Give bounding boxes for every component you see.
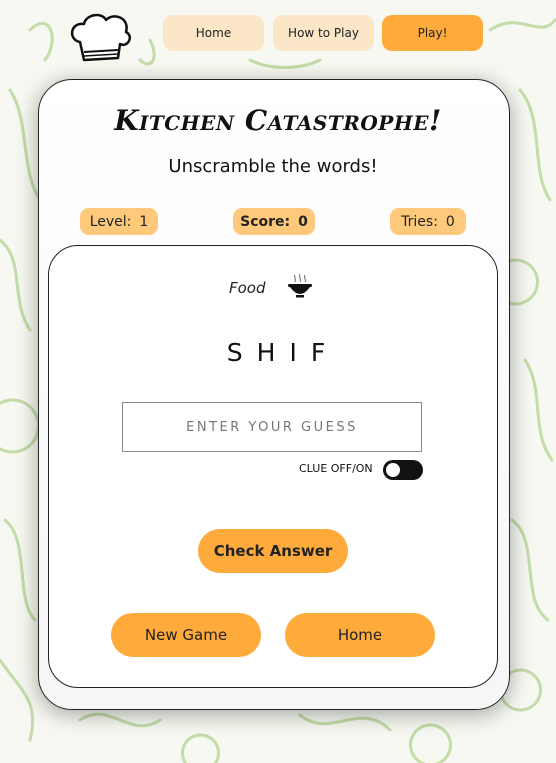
clue-toggle-label: CLUE OFF/ON — [299, 462, 373, 475]
food-bowl-icon — [288, 273, 312, 298]
score-badge: Score: 0 — [233, 208, 315, 235]
new-game-button[interactable]: New Game — [111, 613, 261, 657]
level-value: 1 — [139, 213, 149, 230]
score-value: 0 — [298, 213, 308, 230]
home-button[interactable]: Home — [285, 613, 435, 657]
chef-hat-logo — [71, 13, 131, 62]
nav-how-to-play-button[interactable]: How to Play — [273, 15, 374, 51]
toggle-knob — [386, 463, 400, 477]
game-title: Kitchen Catastrophe! — [114, 104, 442, 137]
game-subtitle: Unscramble the words! — [168, 156, 378, 177]
nav-play-button[interactable]: Play! — [382, 15, 483, 51]
level-label: Level: — [89, 213, 132, 230]
check-answer-button[interactable]: Check Answer — [198, 529, 348, 573]
tries-value: 0 — [445, 213, 455, 230]
category-label: Food — [229, 279, 266, 297]
tries-badge: Tries: 0 — [390, 208, 466, 235]
scrambled-word: SHIF — [226, 338, 340, 367]
level-badge: Level: 1 — [80, 208, 158, 235]
nav-home-button[interactable]: Home — [163, 15, 264, 51]
score-label: Score: — [240, 213, 291, 230]
clue-toggle[interactable] — [383, 460, 423, 480]
guess-input[interactable] — [122, 402, 422, 452]
tries-label: Tries: — [401, 213, 438, 230]
